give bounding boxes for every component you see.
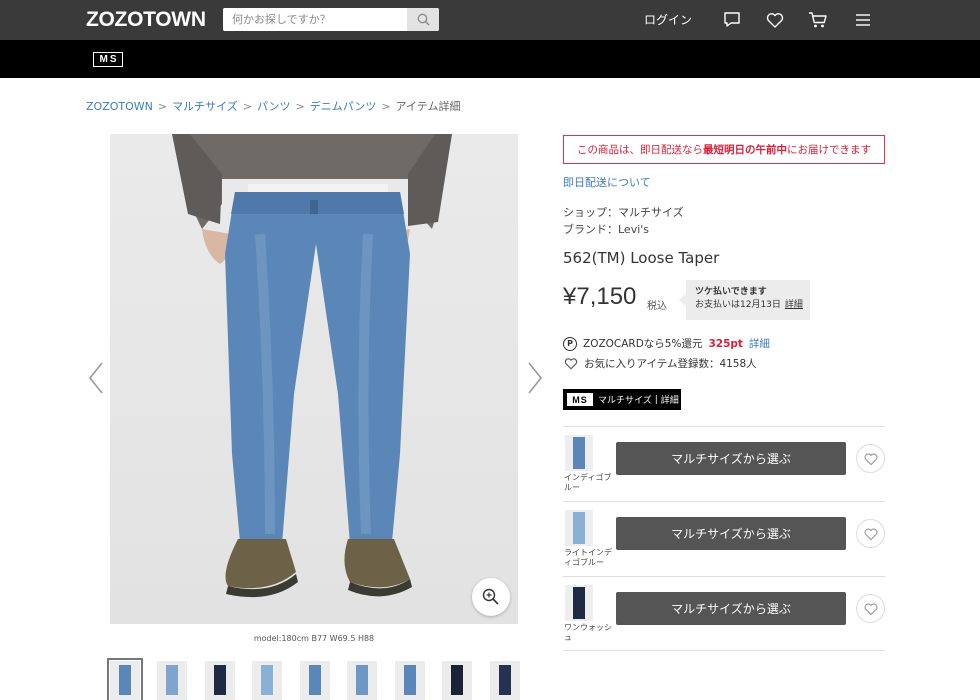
thumbnail[interactable] bbox=[157, 661, 187, 700]
thumbnail[interactable] bbox=[347, 661, 377, 700]
points-detail-link[interactable]: 詳細 bbox=[749, 336, 770, 351]
jeans-photo bbox=[172, 134, 452, 598]
heart-outline-icon bbox=[863, 602, 878, 615]
chevron-right-icon bbox=[528, 362, 543, 394]
variant-thumbnail[interactable] bbox=[565, 435, 593, 471]
variant-color-name: ワンウォッシュ bbox=[564, 623, 612, 642]
breadcrumb-separator: > bbox=[242, 100, 252, 113]
color-variant: ワンウォッシュ マルチサイズから選ぶ bbox=[563, 576, 885, 651]
tax-label: 税込 bbox=[647, 301, 667, 312]
shop-header: MS bbox=[0, 40, 980, 78]
multisize-badge[interactable]: MS マルチサイズ | 詳細 bbox=[563, 389, 681, 410]
shop-name[interactable]: ショップ：マルチサイズ bbox=[563, 204, 684, 220]
top-header: ZOZOTOWN ログイン bbox=[0, 0, 980, 40]
chevron-left-icon bbox=[88, 362, 103, 394]
breadcrumb: ZOZOTOWN > マルチサイズ > パンツ > デニムパンツ > アイテム詳細 bbox=[86, 98, 460, 114]
search-icon bbox=[417, 13, 429, 26]
model-info: model:180cm B77 W69.5 H88 bbox=[253, 634, 375, 643]
thumbnail[interactable] bbox=[490, 661, 520, 700]
shop-logo[interactable]: MS bbox=[93, 52, 123, 67]
variant-color-name: インディゴブルー bbox=[564, 473, 612, 492]
deferred-payment-title: ツケ払いできます bbox=[695, 287, 767, 297]
multisize-separator: | bbox=[654, 394, 658, 405]
delivery-info-link[interactable]: 即日配送について bbox=[563, 174, 651, 190]
thumbnail[interactable] bbox=[395, 661, 425, 700]
variant-thumbnail[interactable] bbox=[565, 585, 593, 621]
breadcrumb-separator: > bbox=[381, 100, 391, 113]
delivery-notice: この商品は、即日配送なら 最短明日の午前中 にお届けできます bbox=[563, 135, 885, 164]
delivery-notice-text: この商品は、即日配送なら bbox=[577, 144, 703, 156]
color-variant: インディゴブルー マルチサイズから選ぶ bbox=[563, 426, 885, 501]
variant-favorite-button[interactable] bbox=[856, 594, 885, 623]
breadcrumb-separator: > bbox=[295, 100, 305, 113]
search-input[interactable] bbox=[223, 8, 407, 31]
select-size-button[interactable]: マルチサイズから選ぶ bbox=[616, 442, 846, 475]
heart-icon[interactable] bbox=[764, 9, 786, 31]
next-image-button[interactable] bbox=[525, 360, 545, 396]
multisize-logo: MS bbox=[567, 393, 593, 406]
search-box bbox=[223, 8, 439, 31]
breadcrumb-item[interactable]: パンツ bbox=[257, 100, 291, 113]
color-variant: ライトインディゴブルー マルチサイズから選ぶ bbox=[563, 501, 885, 576]
points-text: ZOZOCARDなら5%還元 bbox=[583, 338, 703, 350]
multisize-label: マルチサイズ bbox=[598, 396, 652, 406]
heart-outline-icon bbox=[863, 527, 878, 540]
heart-outline-icon bbox=[564, 358, 578, 370]
chat-icon[interactable] bbox=[721, 9, 743, 31]
breadcrumb-item[interactable]: デニムパンツ bbox=[310, 100, 377, 113]
heart-outline-icon bbox=[863, 452, 878, 465]
variant-favorite-button[interactable] bbox=[856, 444, 885, 473]
thumbnail[interactable] bbox=[252, 661, 282, 700]
breadcrumb-current: アイテム詳細 bbox=[395, 100, 461, 113]
favorite-count: お気に入りアイテム登録数：4158人 bbox=[563, 356, 757, 371]
product-title: 562(TM) Loose Taper bbox=[563, 249, 720, 267]
deferred-payment-box: ツケ払いできます お支払いは12月13日 詳細 bbox=[679, 280, 810, 320]
search-button[interactable] bbox=[407, 8, 439, 31]
prev-image-button[interactable] bbox=[86, 360, 106, 396]
thumbnail[interactable] bbox=[300, 661, 330, 700]
brand-name[interactable]: ブランド：Levi's bbox=[563, 221, 649, 237]
cart-icon[interactable] bbox=[807, 9, 829, 31]
thumbnail[interactable] bbox=[442, 661, 472, 700]
breadcrumb-item[interactable]: ZOZOTOWN bbox=[86, 100, 153, 113]
variant-favorite-button[interactable] bbox=[856, 519, 885, 548]
zoom-icon bbox=[482, 588, 499, 605]
select-size-button[interactable]: マルチサイズから選ぶ bbox=[616, 517, 846, 550]
variant-color-name: ライトインディゴブルー bbox=[564, 548, 612, 567]
product-main-image[interactable] bbox=[110, 134, 518, 624]
breadcrumb-item[interactable]: マルチサイズ bbox=[172, 100, 238, 113]
thumbnail[interactable] bbox=[205, 661, 235, 700]
login-link[interactable]: ログイン bbox=[644, 11, 692, 28]
points-value: 325pt bbox=[708, 337, 743, 350]
deferred-payment-detail-link[interactable]: 詳細 bbox=[785, 300, 803, 310]
menu-icon[interactable] bbox=[852, 9, 874, 31]
product-price: ¥7,150 bbox=[563, 283, 637, 310]
site-logo[interactable]: ZOZOTOWN bbox=[86, 8, 206, 32]
zoom-button[interactable] bbox=[472, 578, 510, 616]
breadcrumb-separator: > bbox=[157, 100, 168, 113]
favorite-count-text: お気に入りアイテム登録数：4158人 bbox=[584, 358, 757, 370]
points-info: P ZOZOCARDなら5%還元 325pt 詳細 bbox=[563, 336, 770, 351]
variant-thumbnail[interactable] bbox=[565, 510, 593, 546]
thumbnail[interactable] bbox=[107, 658, 143, 700]
multisize-detail-link[interactable]: 詳細 bbox=[661, 393, 679, 406]
delivery-notice-highlight: 最短明日の午前中 bbox=[703, 144, 787, 156]
select-size-button[interactable]: マルチサイズから選ぶ bbox=[616, 592, 846, 625]
delivery-notice-text: にお届けできます bbox=[787, 144, 871, 156]
points-icon: P bbox=[563, 336, 577, 351]
deferred-payment-date: お支払いは12月13日 bbox=[695, 300, 781, 310]
